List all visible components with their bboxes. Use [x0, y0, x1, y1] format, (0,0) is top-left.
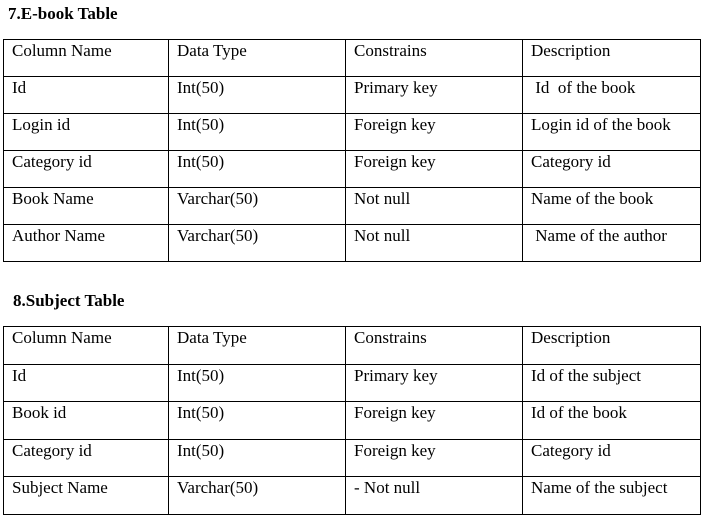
table-cell: Primary key: [345, 76, 523, 114]
table-cell: Login id of the book: [522, 113, 701, 151]
table-cell: Int(50): [168, 401, 346, 440]
table-cell: Category id: [522, 150, 701, 188]
table-cell: Int(50): [168, 76, 346, 114]
table-row: Category id Int(50) Foreign key Category…: [3, 150, 701, 188]
table-cell: Not null: [345, 224, 523, 262]
table-cell: Id of the book: [522, 76, 701, 114]
header-column-name: Column Name: [3, 326, 169, 365]
table-cell: Int(50): [168, 363, 346, 402]
table-cell: Not null: [345, 187, 523, 225]
table-cell: Id of the book: [522, 401, 701, 440]
table-cell: Name of the book: [522, 187, 701, 225]
ebook-table: Column Name Data Type Constrains Descrip…: [3, 39, 701, 262]
table-cell: Login id: [3, 113, 169, 151]
table-cell: Varchar(50): [168, 224, 346, 262]
table-cell: Book Name: [3, 187, 169, 225]
table-cell: Category id: [3, 150, 169, 188]
table-cell: Category id: [3, 438, 169, 477]
table-header-row: Column Name Data Type Constrains Descrip…: [3, 39, 701, 77]
table-cell: Id of the subject: [522, 363, 701, 402]
table-row: Subject Name Varchar(50) - Not null Name…: [3, 476, 701, 515]
table-cell: Varchar(50): [168, 187, 346, 225]
table-row: Id Int(50) Primary key Id of the subject: [3, 363, 701, 402]
table-row: Author Name Varchar(50) Not null Name of…: [3, 224, 701, 262]
ebook-table-heading: 7.E-book Table: [8, 4, 118, 23]
header-data-type: Data Type: [168, 326, 346, 365]
table-row: Book Name Varchar(50) Not null Name of t…: [3, 187, 701, 225]
subject-table: Column Name Data Type Constrains Descrip…: [3, 326, 701, 515]
table-row: Login id Int(50) Foreign key Login id of…: [3, 113, 701, 151]
table-cell: Primary key: [345, 363, 523, 402]
table-row: Id Int(50) Primary key Id of the book: [3, 76, 701, 114]
header-column-name: Column Name: [3, 39, 169, 77]
table-cell: Author Name: [3, 224, 169, 262]
table-row: Book id Int(50) Foreign key Id of the bo…: [3, 401, 701, 440]
subject-table-heading: 8.Subject Table: [13, 291, 125, 310]
header-description: Description: [522, 39, 701, 77]
table-cell: Foreign key: [345, 401, 523, 440]
table-cell: Subject Name: [3, 476, 169, 515]
table-cell: Book id: [3, 401, 169, 440]
table-cell: - Not null: [345, 476, 523, 515]
header-description: Description: [522, 326, 701, 365]
table-cell: Foreign key: [345, 150, 523, 188]
table-cell: Varchar(50): [168, 476, 346, 515]
header-constrains: Constrains: [345, 39, 523, 77]
table-cell: Category id: [522, 438, 701, 477]
table-cell: Int(50): [168, 438, 346, 477]
table-cell: Name of the subject: [522, 476, 701, 515]
table-cell: Foreign key: [345, 113, 523, 151]
table-cell: Id: [3, 363, 169, 402]
table-cell: Foreign key: [345, 438, 523, 477]
table-cell: Int(50): [168, 150, 346, 188]
table-cell: Name of the author: [522, 224, 701, 262]
header-constrains: Constrains: [345, 326, 523, 365]
table-cell: Int(50): [168, 113, 346, 151]
table-row: Category id Int(50) Foreign key Category…: [3, 438, 701, 477]
header-data-type: Data Type: [168, 39, 346, 77]
table-header-row: Column Name Data Type Constrains Descrip…: [3, 326, 701, 365]
table-cell: Id: [3, 76, 169, 114]
